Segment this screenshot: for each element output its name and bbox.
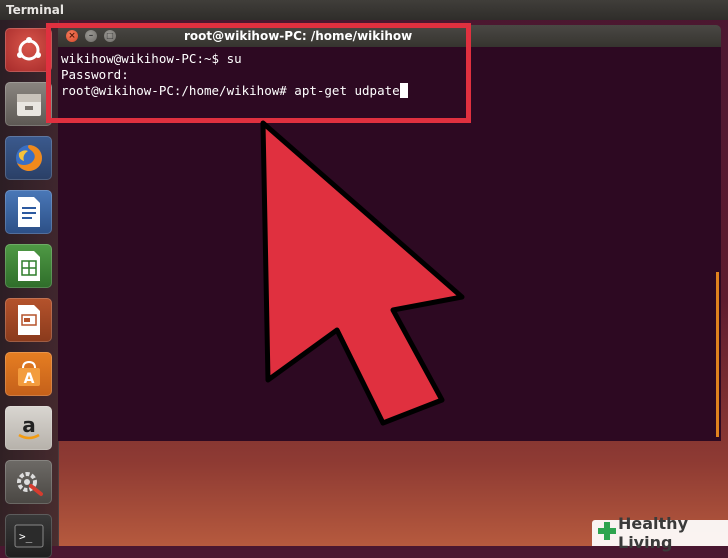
healthy-living-watermark: Healthy Living bbox=[592, 514, 728, 552]
watermark-logo-text: Healthy Living bbox=[618, 514, 688, 552]
plus-cross-icon bbox=[598, 522, 616, 544]
pointer-arrow-icon bbox=[260, 120, 465, 426]
